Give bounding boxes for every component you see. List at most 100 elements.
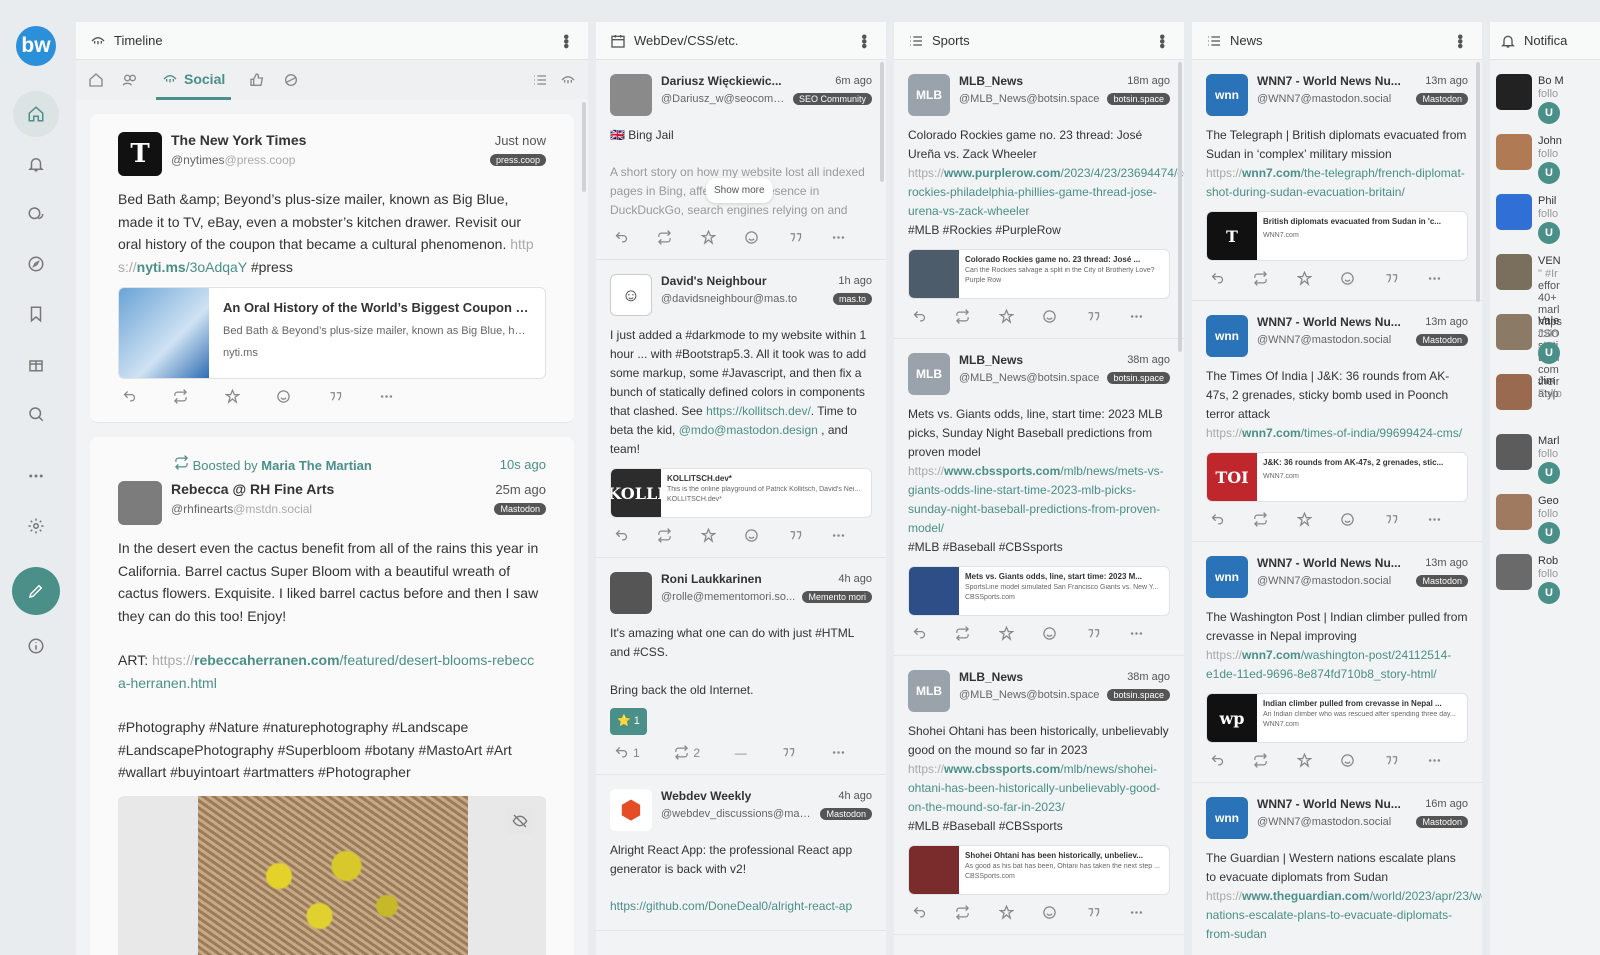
avatar[interactable]: MLB <box>908 353 950 395</box>
more-icon[interactable] <box>13 453 59 499</box>
boost-icon[interactable] <box>173 389 188 404</box>
favourite-icon[interactable] <box>998 626 1014 641</box>
boost-icon[interactable] <box>657 528 672 543</box>
notification-item[interactable]: Marl follo U <box>1490 426 1600 486</box>
avatar[interactable] <box>1496 314 1532 350</box>
column-menu-icon[interactable]: ••• <box>1152 34 1170 48</box>
settings-icon[interactable] <box>13 503 59 549</box>
reply-icon[interactable] <box>912 626 927 641</box>
author-name[interactable]: Roni Laukkarinen <box>661 572 762 586</box>
author-name[interactable]: MLB_News <box>959 74 1023 88</box>
avatar[interactable]: wnn <box>1206 797 1248 839</box>
status-post[interactable]: MLB MLB_News 38m ago @MLB_News@botsin.space… <box>894 656 1184 935</box>
author-name[interactable]: David's Neighbour <box>661 274 767 288</box>
post-link[interactable]: https://wnn7.com/washington-post/2411251… <box>1206 648 1451 681</box>
avatar[interactable] <box>1496 134 1532 170</box>
quote-icon[interactable] <box>1086 309 1101 324</box>
post-link[interactable]: https://wnn7.com/times-of-india/99699424… <box>1206 426 1462 440</box>
post-image[interactable] <box>118 795 546 955</box>
emoji-react-icon[interactable] <box>744 230 759 245</box>
avatar[interactable] <box>1496 494 1532 530</box>
avatar[interactable] <box>610 74 652 116</box>
post-link[interactable]: https://github.com/DoneDeal0/alright-rea… <box>610 897 872 916</box>
status-post[interactable]: wnn WNN7 - World News Nu... 13m ago @WNN7@m… <box>1192 301 1482 542</box>
scrollbar[interactable] <box>582 102 586 192</box>
avatar[interactable] <box>610 572 652 614</box>
thumbsup-tab-icon[interactable] <box>249 72 265 88</box>
favourite-icon[interactable] <box>998 309 1014 324</box>
quote-icon[interactable] <box>1384 753 1399 768</box>
post-link[interactable]: https://wnn7.com/the-telegraph/french-di… <box>1206 166 1465 199</box>
status-post[interactable]: wnn WNN7 - World News Nu... 13m ago @WNN7@m… <box>1192 60 1482 301</box>
author-name[interactable]: The New York Times <box>171 132 306 148</box>
avatar[interactable] <box>1496 254 1532 290</box>
bell-icon[interactable] <box>13 141 59 187</box>
notification-item[interactable]: VEN" #Ireffor40+marlhttpsJSOstatithencom… <box>1490 246 1600 400</box>
emoji-react-icon[interactable] <box>1340 271 1355 286</box>
quote-icon[interactable] <box>1384 512 1399 527</box>
hashtags[interactable]: #MLB #Baseball #CBSsports <box>908 819 1063 833</box>
status-post[interactable]: T The New York Times Just now @nytimes@pr… <box>90 114 574 423</box>
local-tab-icon[interactable] <box>122 72 138 88</box>
tab-social[interactable]: Social <box>156 60 232 100</box>
filter-icon[interactable] <box>560 72 576 88</box>
notification-item[interactable]: Jim Follo <box>1490 366 1600 426</box>
status-post[interactable]: Roni Laukkarinen 4h ago @rolle@mementomori… <box>596 558 886 775</box>
more-actions-icon[interactable] <box>1129 626 1144 641</box>
column-menu-icon[interactable]: ••• <box>556 34 574 48</box>
post-time[interactable]: Just now <box>495 133 546 148</box>
hashtags[interactable]: #MLB #Rockies #PurpleRow <box>908 223 1061 237</box>
unfollow-button[interactable]: U <box>1538 222 1560 244</box>
reply-icon[interactable]: 1 <box>614 745 640 760</box>
avatar[interactable]: wnn <box>1206 556 1248 598</box>
status-post[interactable]: ☺ David's Neighbour 1h ago @davidsneighbour… <box>596 260 886 558</box>
notification-item[interactable]: Bo Mfollo U <box>1490 66 1600 126</box>
more-actions-icon[interactable] <box>831 528 846 543</box>
scrollbar[interactable] <box>1476 62 1480 302</box>
quote-icon[interactable] <box>1086 905 1101 920</box>
column-menu-icon[interactable]: ••• <box>1450 34 1468 48</box>
post-time[interactable]: 18m ago <box>1127 75 1170 87</box>
emoji-react-icon[interactable] <box>276 389 291 404</box>
more-actions-icon[interactable] <box>379 389 394 404</box>
more-actions-icon[interactable] <box>1427 512 1442 527</box>
more-actions-icon[interactable] <box>1427 753 1442 768</box>
notification-item[interactable]: Geo follo U <box>1490 486 1600 546</box>
gift-icon[interactable] <box>13 341 59 387</box>
boost-icon[interactable]: 2 <box>674 745 700 760</box>
author-name[interactable]: WNN7 - World News Nu... <box>1257 74 1401 88</box>
author-name[interactable]: WNN7 - World News Nu... <box>1257 797 1401 811</box>
author-name[interactable]: MLB_News <box>959 670 1023 684</box>
post-link[interactable]: https://kollitsch.dev/ <box>706 404 811 418</box>
unfollow-button[interactable]: U <box>1538 162 1560 184</box>
avatar[interactable] <box>1496 434 1532 470</box>
reply-icon[interactable] <box>1210 271 1225 286</box>
author-name[interactable]: WNN7 - World News Nu... <box>1257 556 1401 570</box>
post-time[interactable]: 13m ago <box>1425 557 1468 569</box>
status-post[interactable]: Dariusz Więckiewic... 6m ago @Dariusz_w@se… <box>596 60 886 260</box>
compose-button[interactable] <box>12 567 60 615</box>
more-actions-icon[interactable] <box>1427 271 1442 286</box>
avatar[interactable] <box>1496 194 1532 230</box>
author-name[interactable]: MLB_News <box>959 353 1023 367</box>
author-name[interactable]: Webdev Weekly <box>661 789 751 803</box>
more-actions-icon[interactable] <box>831 230 846 245</box>
avatar[interactable] <box>118 481 162 525</box>
post-link[interactable]: https://www.cbssports.com/mlb/news/mets-… <box>908 464 1164 535</box>
chat-icon[interactable] <box>13 191 59 237</box>
author-name[interactable]: Dariusz Więckiewic... <box>661 74 782 88</box>
notification-item[interactable]: Vale follo U <box>1490 306 1600 366</box>
avatar[interactable]: MLB <box>908 670 950 712</box>
reply-icon[interactable] <box>912 309 927 324</box>
link-card[interactable]: wp Indian climber pulled from crevasse in… <box>1206 693 1468 743</box>
link-card[interactable]: TOI J&K: 36 rounds from AK-47s, 2 grenade… <box>1206 452 1468 502</box>
favourite-icon[interactable] <box>700 230 716 245</box>
emoji-react-icon[interactable] <box>1340 753 1355 768</box>
unfollow-button[interactable]: U <box>1538 522 1560 544</box>
notification-item[interactable]: Rob follo U <box>1490 546 1600 606</box>
bookmark-icon[interactable] <box>13 291 59 337</box>
post-time[interactable]: 25m ago <box>495 482 546 497</box>
unfollow-button[interactable]: U <box>1538 342 1560 364</box>
search-icon[interactable] <box>13 391 59 437</box>
post-time[interactable]: 13m ago <box>1425 316 1468 328</box>
